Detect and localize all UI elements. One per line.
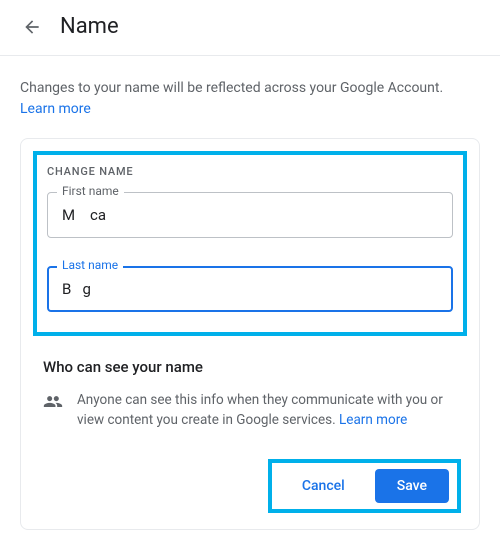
change-name-label: CHANGE NAME [47, 165, 453, 178]
last-name-field: Last name [47, 266, 453, 312]
first-name-label: First name [57, 184, 124, 198]
last-name-label: Last name [57, 258, 123, 272]
first-name-input[interactable] [47, 192, 453, 238]
visibility-title: Who can see your name [43, 358, 457, 376]
people-icon [43, 390, 63, 416]
visibility-text: Anyone can see this info when they commu… [77, 390, 457, 431]
visibility-section: Who can see your name Anyone can see thi… [37, 336, 463, 431]
description-body: Changes to your name will be reflected a… [20, 80, 443, 96]
cancel-button[interactable]: Cancel [280, 469, 367, 503]
learn-more-link[interactable]: Learn more [20, 101, 91, 117]
first-name-field: First name [47, 192, 453, 238]
actions-row: Cancel Save [37, 459, 463, 513]
visibility-learn-more-link[interactable]: Learn more [339, 412, 407, 428]
save-button[interactable]: Save [375, 469, 449, 503]
page-title: Name [60, 14, 119, 39]
name-card: CHANGE NAME First name Last name Who can… [20, 138, 480, 530]
header: Name [0, 0, 500, 56]
visibility-row: Anyone can see this info when they commu… [43, 390, 457, 431]
highlight-actions: Cancel Save [268, 459, 461, 513]
description-text: Changes to your name will be reflected a… [0, 56, 500, 138]
highlight-change-name: CHANGE NAME First name Last name [33, 151, 467, 336]
back-arrow-icon[interactable] [20, 15, 44, 39]
last-name-input[interactable] [47, 266, 453, 312]
